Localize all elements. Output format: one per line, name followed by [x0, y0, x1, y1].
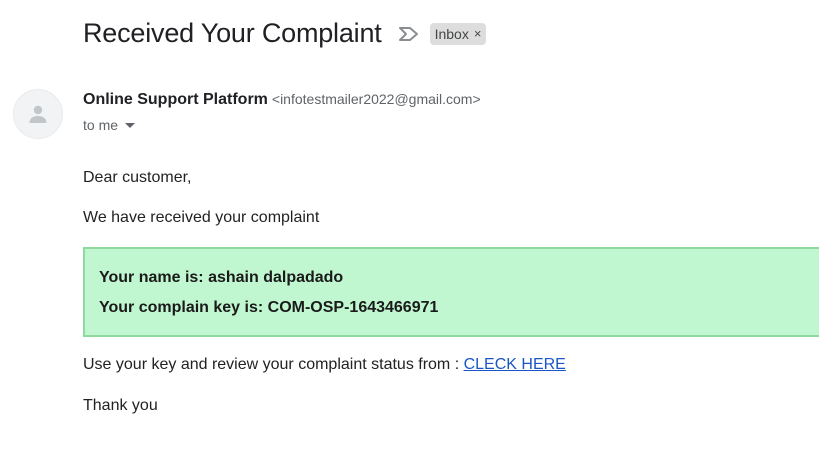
review-instructions: Use your key and review your complaint s…: [83, 356, 566, 374]
inbox-label-chip: Inbox ×: [429, 22, 487, 45]
review-text: Use your key and review your complaint s…: [83, 356, 464, 373]
review-status-link[interactable]: CLECK HERE: [464, 356, 566, 373]
label-text: Inbox: [434, 25, 469, 42]
customer-name-line: Your name is: ashain dalpadado: [99, 269, 344, 286]
sender-name[interactable]: Online Support Platform: [83, 91, 268, 109]
complaint-info-box: Your name is: ashain dalpadado Your comp…: [83, 247, 819, 337]
avatar: [13, 89, 63, 139]
received-text: We have received your complaint: [83, 209, 320, 226]
closing-text: Thank you: [83, 397, 158, 414]
sender-email: <infotestmailer2022@gmail.com>: [271, 91, 481, 107]
caret-down-icon[interactable]: [125, 122, 136, 128]
default-person-icon: [29, 105, 47, 123]
greeting-text: Dear customer,: [83, 169, 192, 186]
email-view: Received Your Complaint Inbox × Online S…: [0, 0, 819, 459]
remove-label-icon[interactable]: ×: [474, 26, 482, 41]
subject-row: Received Your Complaint Inbox ×: [83, 18, 487, 49]
importance-marker-icon[interactable]: [398, 25, 420, 43]
sender-row: Online Support Platform <infotestmailer2…: [83, 91, 481, 109]
email-subject: Received Your Complaint: [83, 18, 382, 48]
recipient-details-toggle[interactable]: to me: [83, 117, 136, 133]
recipient-text: to me: [83, 117, 119, 133]
complaint-key-line: Your complain key is: COM-OSP-1643466971: [99, 299, 439, 316]
